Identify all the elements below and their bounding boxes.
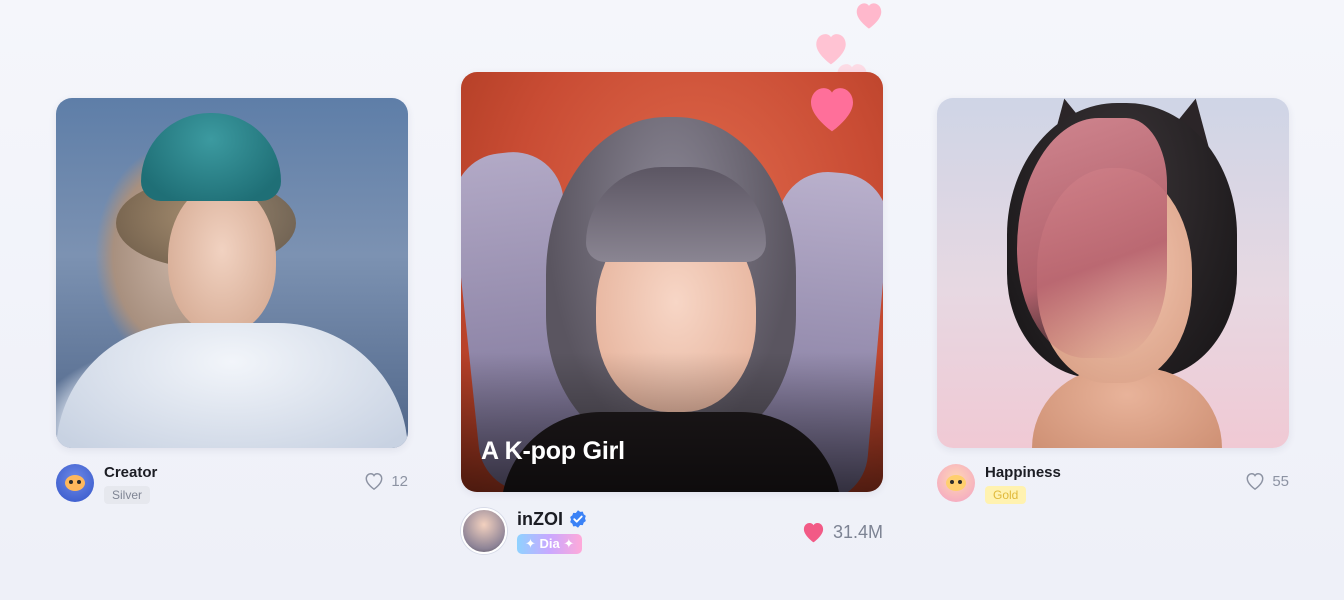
creator-name[interactable]: Creator bbox=[104, 464, 157, 482]
card-thumbnail[interactable] bbox=[937, 98, 1289, 448]
creator-name[interactable]: Happiness bbox=[985, 464, 1061, 482]
avatar[interactable] bbox=[461, 508, 507, 554]
tier-badge: ✦ Dia ✦ bbox=[517, 534, 583, 554]
tier-badge: Silver bbox=[104, 486, 151, 504]
heart-outline-icon bbox=[1244, 471, 1266, 491]
feed-card-happiness[interactable]: Happiness Gold 55 bbox=[937, 98, 1289, 504]
like-count: 55 bbox=[1272, 472, 1289, 490]
card-meta: Happiness Gold 55 bbox=[937, 464, 1289, 504]
creator-name-row[interactable]: inZOI bbox=[517, 508, 588, 530]
like-button[interactable]: 31.4M bbox=[800, 520, 883, 544]
feed-card-featured[interactable]: A K-pop Girl inZOI ✦ Dia ✦ 31.4M bbox=[461, 72, 883, 554]
avatar[interactable] bbox=[56, 464, 94, 502]
tier-badge: Gold bbox=[985, 486, 1027, 504]
floating-heart-icon bbox=[811, 88, 853, 132]
heart-outline-icon bbox=[363, 471, 385, 491]
card-meta: inZOI ✦ Dia ✦ 31.4M bbox=[461, 508, 883, 554]
avatar-face-icon bbox=[946, 475, 966, 491]
avatar-face-icon bbox=[65, 475, 85, 491]
card-thumbnail[interactable] bbox=[56, 98, 408, 448]
card-thumbnail[interactable]: A K-pop Girl bbox=[461, 72, 883, 492]
card-title: A K-pop Girl bbox=[481, 437, 625, 465]
feed-card-creator[interactable]: Creator Silver 12 bbox=[56, 98, 408, 504]
avatar[interactable] bbox=[937, 464, 975, 502]
like-count: 31.4M bbox=[832, 521, 883, 542]
like-button[interactable]: 12 bbox=[363, 471, 408, 491]
heart-filled-icon bbox=[800, 520, 827, 544]
verified-badge-icon bbox=[568, 509, 588, 529]
like-button[interactable]: 55 bbox=[1244, 471, 1289, 491]
like-count: 12 bbox=[391, 472, 408, 490]
creator-name[interactable]: inZOI bbox=[517, 508, 563, 530]
floating-heart-icon bbox=[856, 3, 882, 29]
card-meta: Creator Silver 12 bbox=[56, 464, 408, 504]
